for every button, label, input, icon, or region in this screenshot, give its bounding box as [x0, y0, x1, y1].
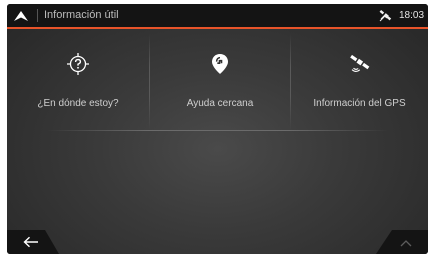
help-pin-icon — [212, 54, 228, 74]
clock: 18:03 — [399, 10, 425, 21]
tile-label: ¿En dónde estoy? — [37, 98, 119, 109]
page-title: Información útil — [44, 9, 119, 21]
menu-button[interactable] — [7, 4, 35, 27]
scroll-up-button[interactable] — [399, 236, 413, 248]
title-separator — [37, 9, 38, 22]
tile-label: Ayuda cercana — [186, 98, 254, 109]
status-bar: Información útil 18:03 — [7, 4, 428, 29]
location-question-icon — [67, 53, 89, 75]
tile-label: Información del GPS — [313, 98, 406, 109]
back-arrow-icon — [23, 236, 38, 248]
tile-nearby-help[interactable]: Ayuda cercana — [150, 32, 290, 131]
horizontal-divider — [47, 130, 388, 131]
tile-where-am-i[interactable]: ¿En dónde estoy? — [7, 32, 149, 131]
back-button[interactable] — [21, 234, 41, 250]
footer-background — [7, 230, 428, 254]
menu-arrow-icon — [14, 10, 28, 21]
satellite-icon — [379, 9, 392, 22]
tile-gps-info[interactable]: Información del GPS — [291, 32, 428, 131]
chevron-up-icon — [400, 240, 412, 247]
app-screen: Información útil 18:03 ¿En dónde estoy? — [7, 4, 428, 254]
satellite-icon — [349, 54, 369, 72]
footer-bar — [7, 230, 428, 254]
